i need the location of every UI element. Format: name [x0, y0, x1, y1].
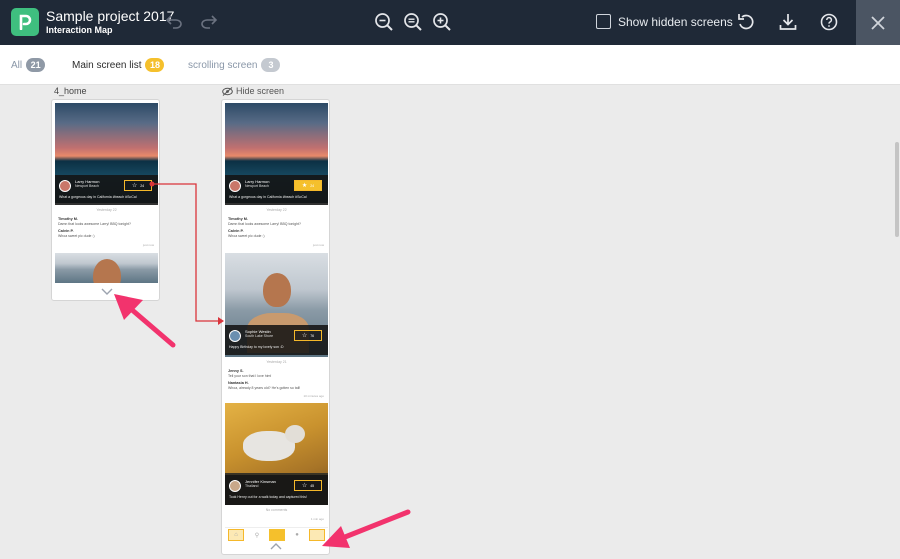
annotation-arrow: [322, 509, 411, 548]
interaction-link-connector[interactable]: [149, 181, 225, 326]
annotation-arrow: [114, 294, 176, 348]
overlay-annotations: [114, 181, 411, 548]
